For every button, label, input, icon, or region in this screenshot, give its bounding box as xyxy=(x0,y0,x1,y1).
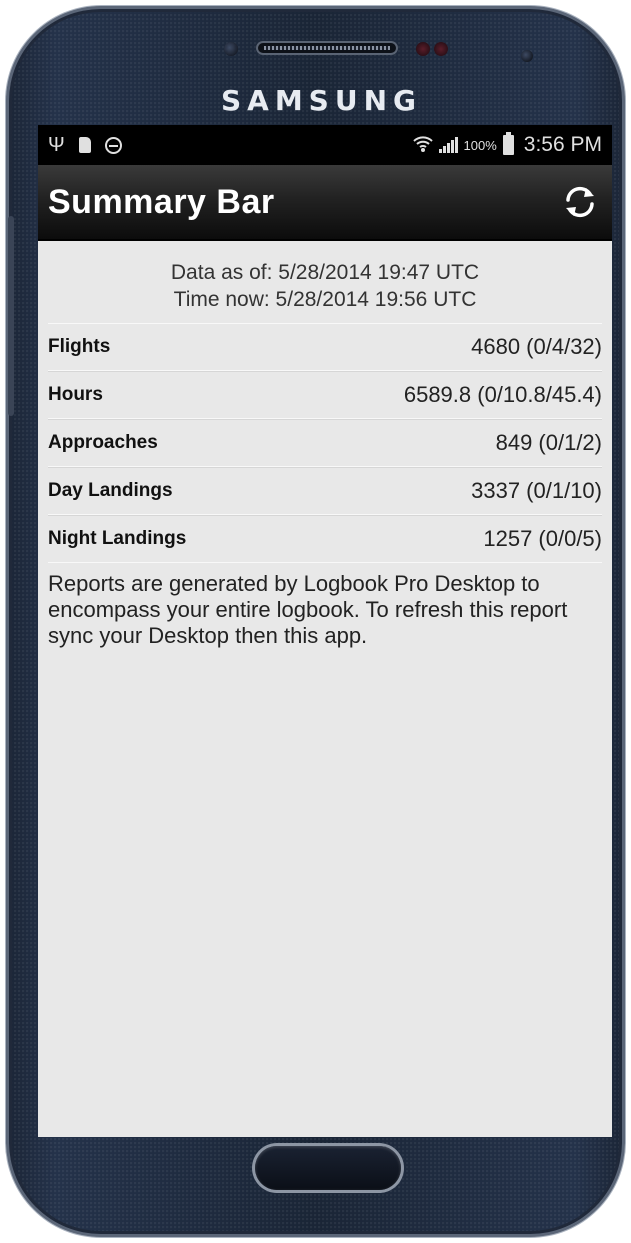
status-clock: 3:56 PM xyxy=(523,133,602,156)
time-now: Time now: 5/28/2014 19:56 UTC xyxy=(173,288,477,311)
data-timestamps: Data as of: 5/28/2014 19:47 UTC Time now… xyxy=(48,241,602,324)
data-as-of: Data as of: 5/28/2014 19:47 UTC xyxy=(170,261,480,284)
row-label: Flights xyxy=(48,336,111,357)
sd-card-icon xyxy=(78,137,91,153)
front-sensor-icon xyxy=(224,42,238,56)
device-brand: SAMSUNG xyxy=(220,84,423,117)
front-camera-icon xyxy=(521,50,533,62)
table-row: Approaches 849 (0/1/2) xyxy=(48,419,602,467)
volume-button xyxy=(8,216,14,416)
report-note: Reports are generated by Logbook Pro Des… xyxy=(48,571,568,648)
status-bar: Ψ 100% 3:56 PM xyxy=(38,125,612,165)
row-value: 4680 (0/4/32) xyxy=(471,334,602,359)
screen: Ψ 100% 3:56 PM Summary Bar Data as of: 5… xyxy=(38,125,612,1137)
summary-table: Flights 4680 (0/4/32) Hours 6589.8 (0/10… xyxy=(48,324,602,563)
wifi-icon xyxy=(412,135,433,156)
row-value: 3337 (0/1/10) xyxy=(471,478,602,503)
table-row: Hours 6589.8 (0/10.8/45.4) xyxy=(48,371,602,419)
do-not-disturb-icon xyxy=(104,136,122,154)
signal-icon xyxy=(438,137,458,153)
row-label: Day Landings xyxy=(48,480,173,501)
row-label: Night Landings xyxy=(48,528,187,549)
battery-icon xyxy=(502,132,514,155)
earpiece-speaker xyxy=(256,41,398,55)
table-row: Night Landings 1257 (0/0/5) xyxy=(48,515,602,563)
app-bar: Summary Bar xyxy=(38,165,612,241)
row-label: Approaches xyxy=(48,432,158,453)
row-label: Hours xyxy=(48,384,103,405)
row-value: 849 (0/1/2) xyxy=(495,430,602,455)
row-value: 6589.8 (0/10.8/45.4) xyxy=(403,382,602,407)
usb-icon: Ψ xyxy=(48,134,65,156)
battery-percent: 100% xyxy=(463,137,497,153)
home-button[interactable] xyxy=(255,1146,401,1190)
refresh-icon[interactable] xyxy=(558,180,602,224)
table-row: Flights 4680 (0/4/32) xyxy=(48,324,602,371)
row-value: 1257 (0/0/5) xyxy=(483,526,602,551)
summary-content: Data as of: 5/28/2014 19:47 UTC Time now… xyxy=(38,241,612,649)
page-title: Summary Bar xyxy=(48,182,275,221)
light-sensor-icon xyxy=(434,42,448,56)
proximity-sensor-icon xyxy=(416,42,430,56)
table-row: Day Landings 3337 (0/1/10) xyxy=(48,467,602,515)
